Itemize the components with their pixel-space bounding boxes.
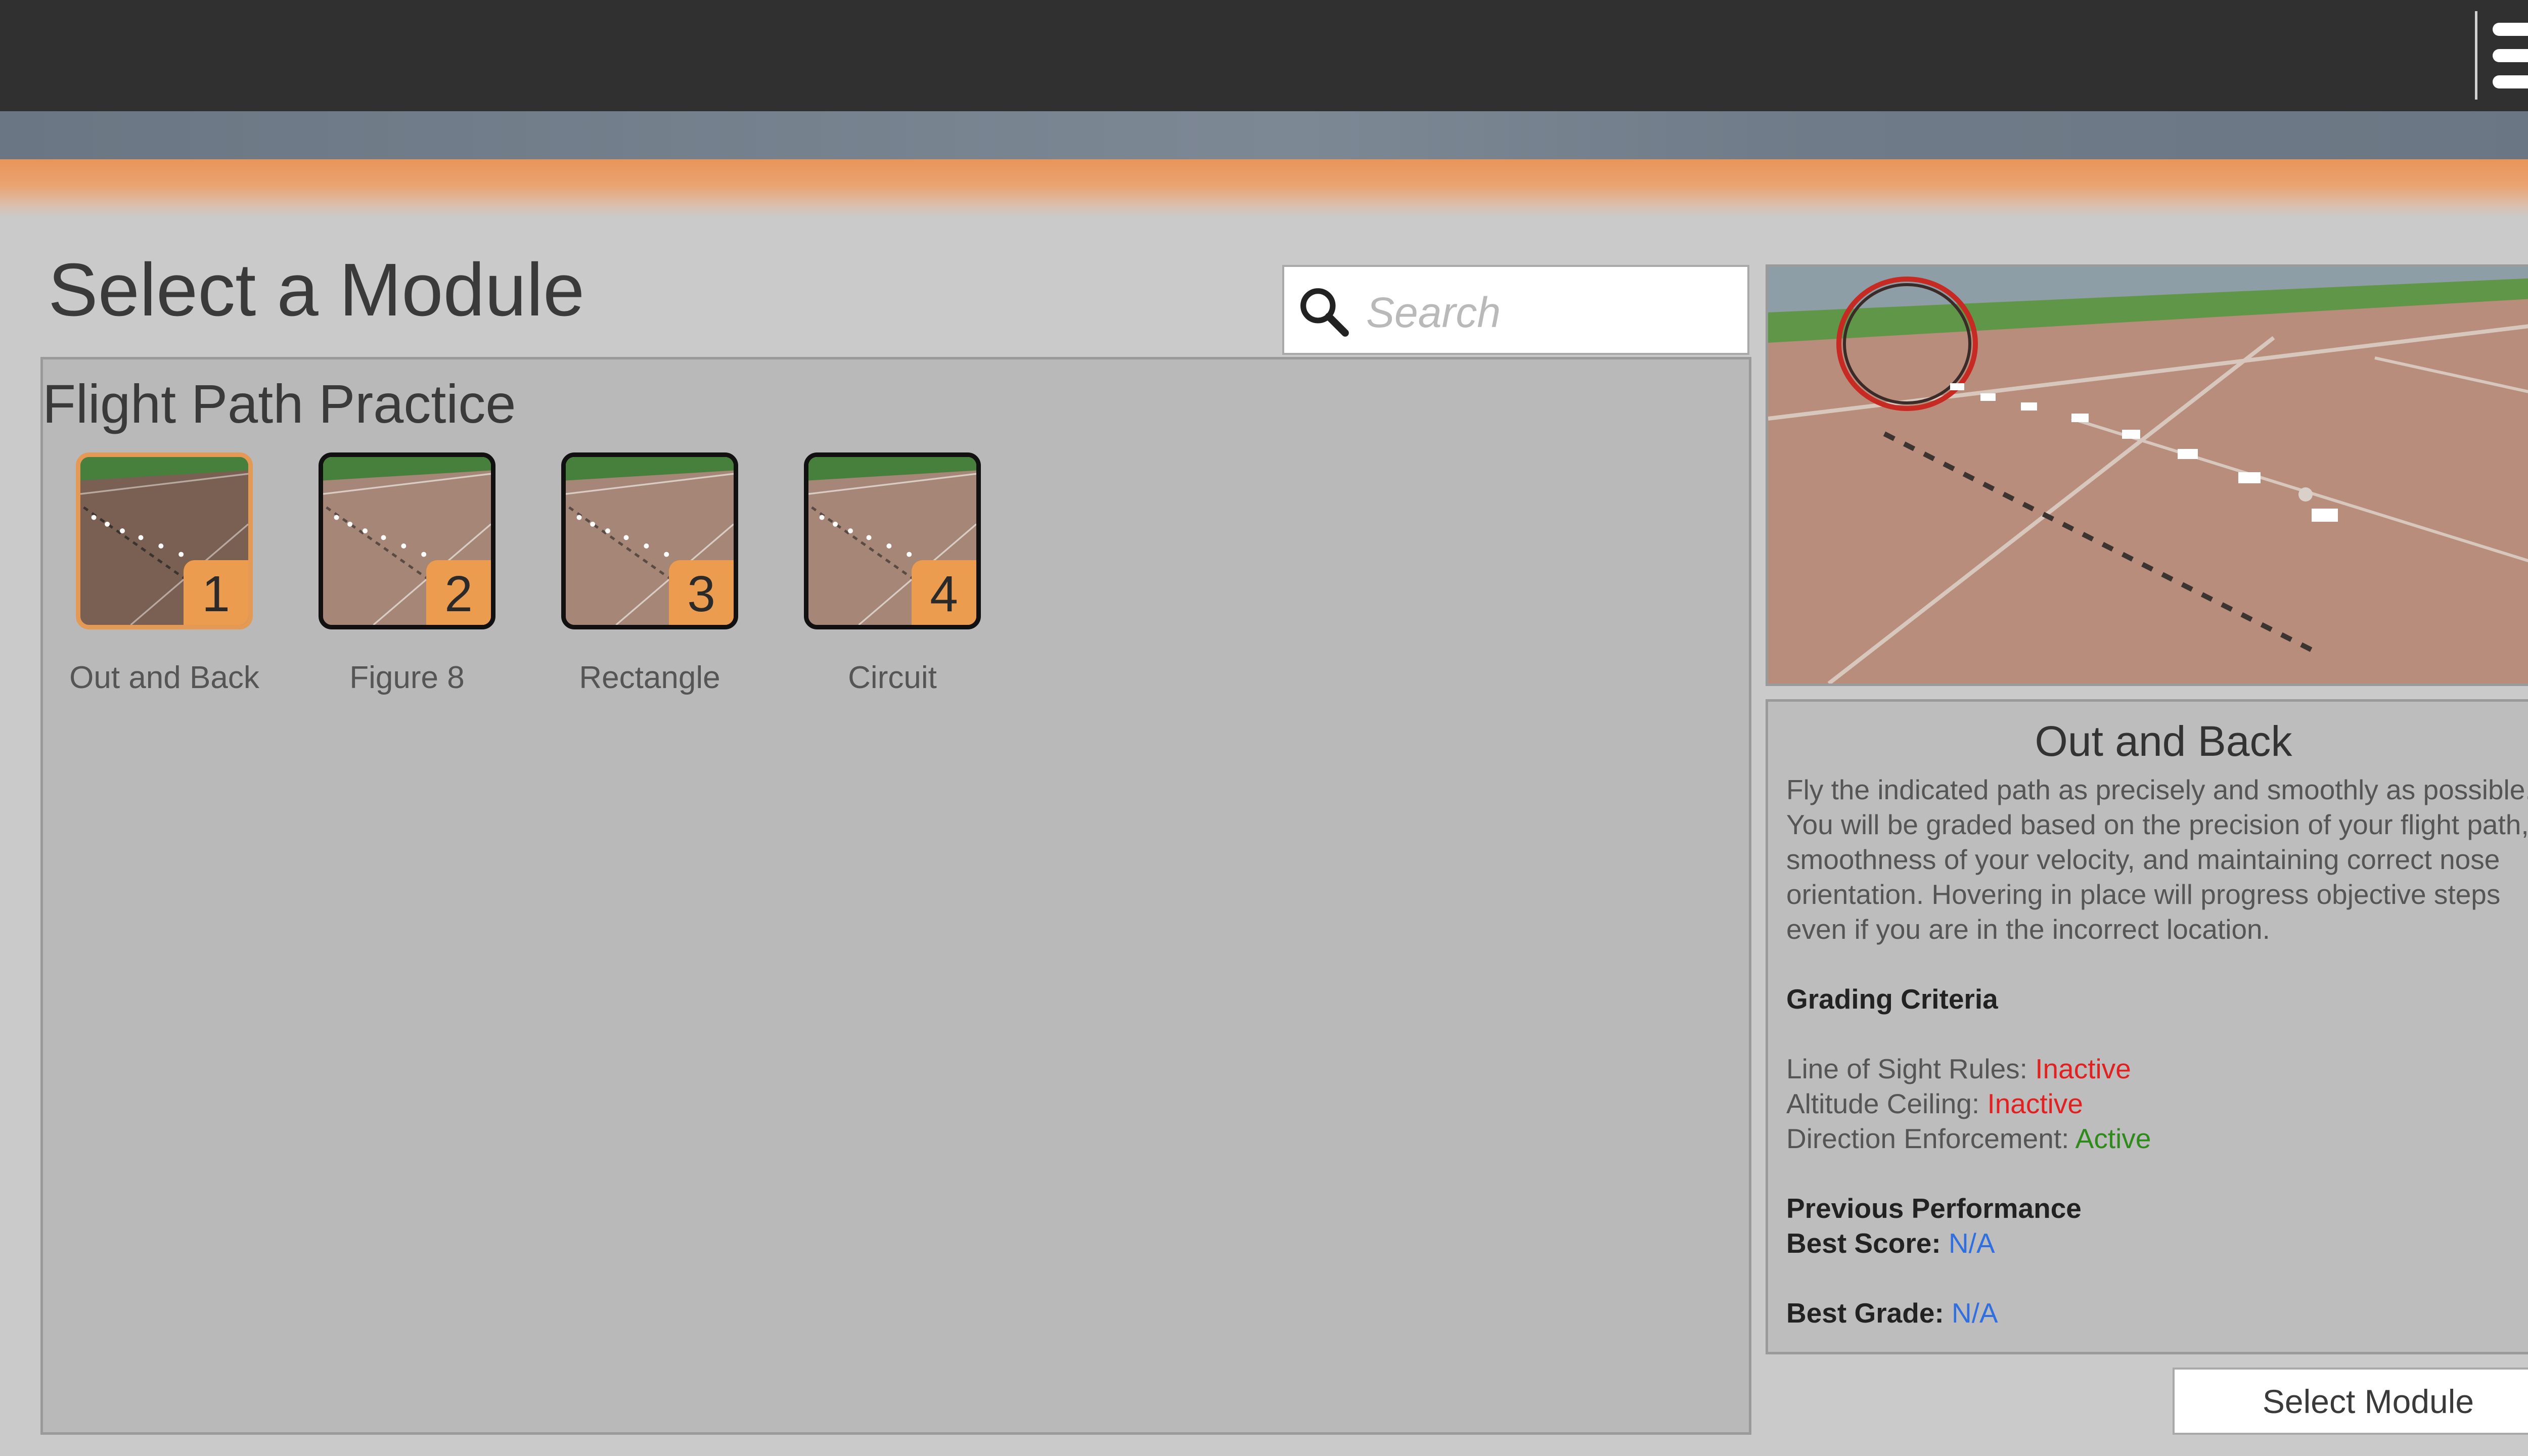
details-description: Fly the indicated path as precisely and …: [1786, 774, 2528, 945]
module-number-badge: 4: [912, 560, 976, 625]
criterion-status: Active: [2075, 1123, 2151, 1154]
module-number-badge: 1: [184, 560, 248, 625]
search-input[interactable]: [1365, 282, 1741, 343]
module-label: Circuit: [848, 660, 937, 695]
top-bar: [0, 0, 2528, 111]
criterion-label: Direction Enforcement:: [1786, 1123, 2069, 1154]
criterion-direction-enforcement: Direction Enforcement: Active: [1786, 1123, 2151, 1154]
best-grade-label: Best Grade:: [1786, 1297, 1944, 1329]
module-number-badge: 2: [426, 560, 491, 625]
module-card-rectangle[interactable]: 3 Rectangle: [561, 452, 738, 695]
select-module-button[interactable]: Select Module: [2173, 1368, 2528, 1435]
horizon-banner: [0, 159, 2528, 217]
hamburger-menu-icon[interactable]: [2493, 23, 2528, 88]
details-title: Out and Back: [2035, 717, 2292, 765]
criterion-altitude-ceiling: Altitude Ceiling: Inactive: [1786, 1088, 2083, 1119]
menu-divider: [2475, 11, 2477, 100]
best-grade: Best Grade: N/A: [1786, 1298, 1998, 1329]
module-card-circuit[interactable]: 4 Circuit: [804, 452, 981, 695]
criterion-label: Altitude Ceiling:: [1786, 1088, 1980, 1119]
search-icon: [1300, 288, 1349, 337]
page-title: Select a Module: [48, 248, 585, 332]
best-grade-value: N/A: [1952, 1297, 1998, 1329]
section-title: Flight Path Practice: [42, 373, 516, 434]
sky-banner: [0, 111, 2528, 159]
grading-criteria-heading: Grading Criteria: [1786, 983, 1998, 1015]
module-thumbnail: 2: [319, 452, 495, 629]
criterion-line-of-sight: Line of Sight Rules: Inactive: [1786, 1054, 2131, 1084]
best-score-value: N/A: [1948, 1227, 1995, 1259]
previous-performance-heading: Previous Performance: [1786, 1193, 2082, 1224]
module-number-badge: 3: [669, 560, 734, 625]
criterion-label: Line of Sight Rules:: [1786, 1053, 2027, 1084]
search-box[interactable]: [1282, 265, 1749, 355]
module-card-out-and-back[interactable]: 1 Out and Back: [69, 452, 259, 695]
criterion-status: Inactive: [2035, 1053, 2131, 1084]
module-thumbnail: 4: [804, 452, 981, 629]
module-card-figure-8[interactable]: 2 Figure 8: [319, 452, 495, 695]
module-details-panel: Out and Back Fly the indicated path as p…: [1766, 699, 2528, 1354]
best-score: Best Score: N/A: [1786, 1228, 1995, 1259]
best-score-label: Best Score:: [1786, 1227, 1941, 1259]
module-thumbnail: 3: [561, 452, 738, 629]
module-preview-image: [1766, 264, 2528, 686]
criterion-status: Inactive: [1987, 1088, 2083, 1119]
module-thumbnail: 1: [76, 452, 253, 629]
